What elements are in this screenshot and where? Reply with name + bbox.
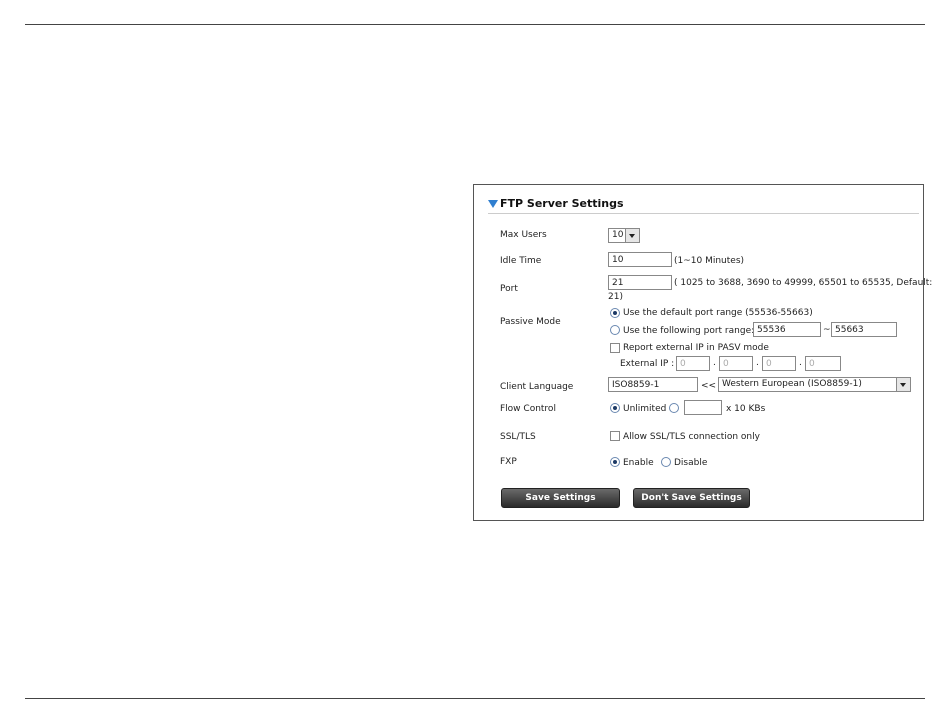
range-separator: ~ — [823, 325, 831, 335]
passive-following-label: Use the following port range: — [623, 326, 755, 336]
idle-time-input[interactable] — [608, 252, 672, 267]
client-language-selected: Western European (ISO8859-1) — [722, 379, 862, 389]
max-users-value: 10 — [612, 230, 624, 240]
fxp-disable-radio[interactable] — [661, 457, 671, 467]
client-language-code-input[interactable] — [608, 377, 698, 392]
port-label: Port — [500, 284, 518, 294]
passive-mode-label: Passive Mode — [500, 317, 561, 327]
port-hint-line1: ( 1025 to 3688, 3690 to 49999, 65501 to … — [674, 278, 933, 288]
fxp-enable-radio[interactable] — [610, 457, 620, 467]
save-settings-button[interactable]: Save Settings — [501, 488, 620, 508]
client-language-label: Client Language — [500, 382, 574, 392]
passive-following-radio[interactable] — [610, 325, 620, 335]
ip-dot-2: . — [756, 358, 759, 368]
bottom-rule — [25, 698, 925, 699]
external-ip-octet-2[interactable] — [719, 356, 753, 371]
fxp-enable-label: Enable — [623, 458, 654, 468]
ip-dot-1: . — [713, 358, 716, 368]
passive-default-radio[interactable] — [610, 308, 620, 318]
passive-default-label: Use the default port range (55536-55663) — [623, 308, 813, 318]
flow-unlimited-radio[interactable] — [610, 403, 620, 413]
port-hint-line2: 21) — [608, 292, 623, 302]
collapse-triangle-icon[interactable] — [488, 199, 498, 208]
panel-header[interactable]: FTP Server Settings — [488, 197, 624, 210]
client-language-select[interactable]: Western European (ISO8859-1) — [718, 377, 911, 392]
flow-limit-input[interactable] — [684, 400, 722, 415]
external-ip-label: External IP : — [620, 359, 675, 369]
flow-control-label: Flow Control — [500, 404, 556, 414]
port-range-start-input[interactable] — [753, 322, 821, 337]
dont-save-settings-button[interactable]: Don't Save Settings — [633, 488, 750, 508]
client-language-arrows: << — [701, 381, 717, 391]
report-external-ip-label: Report external IP in PASV mode — [623, 343, 769, 353]
external-ip-octet-3[interactable] — [762, 356, 796, 371]
panel-title: FTP Server Settings — [500, 197, 624, 210]
ip-dot-3: . — [799, 358, 802, 368]
port-input[interactable] — [608, 275, 672, 290]
ssl-tls-label: SSL/TLS — [500, 432, 536, 442]
port-range-end-input[interactable] — [831, 322, 897, 337]
title-divider — [488, 213, 919, 214]
max-users-label: Max Users — [500, 230, 547, 240]
flow-unit-label: x 10 KBs — [726, 404, 766, 414]
report-external-ip-checkbox[interactable] — [610, 343, 620, 353]
max-users-select[interactable]: 10 — [608, 228, 640, 243]
ssl-tls-option-label: Allow SSL/TLS connection only — [623, 432, 760, 442]
flow-unlimited-label: Unlimited — [623, 404, 667, 414]
external-ip-octet-1[interactable] — [676, 356, 710, 371]
chevron-down-icon — [896, 378, 910, 391]
ssl-tls-checkbox[interactable] — [610, 431, 620, 441]
top-rule — [25, 24, 925, 25]
idle-time-hint: (1~10 Minutes) — [674, 256, 745, 266]
ftp-server-settings-panel: FTP Server Settings Max Users 10 Idle Ti… — [473, 184, 932, 521]
chevron-down-icon — [625, 229, 639, 242]
fxp-disable-label: Disable — [674, 458, 708, 468]
external-ip-octet-4[interactable] — [805, 356, 841, 371]
flow-limited-radio[interactable] — [669, 403, 679, 413]
idle-time-label: Idle Time — [500, 256, 542, 266]
fxp-label: FXP — [500, 457, 517, 467]
